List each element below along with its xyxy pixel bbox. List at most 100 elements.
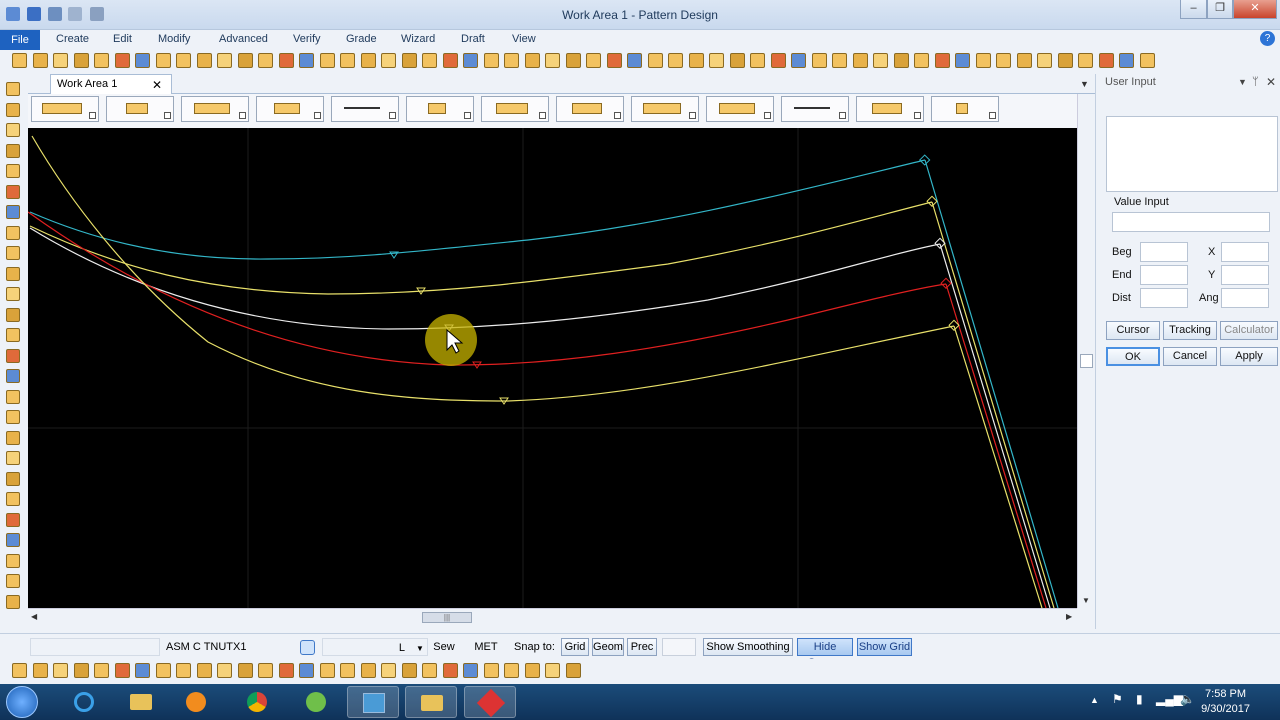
scroll-right-icon[interactable]: ▶ xyxy=(1066,612,1072,621)
toolbar-tool-icon[interactable] xyxy=(688,53,704,68)
toolbar-tool-icon[interactable] xyxy=(53,53,68,68)
side-tool-icon[interactable] xyxy=(6,184,20,199)
side-tool-icon[interactable] xyxy=(6,410,20,424)
taskbar-clock[interactable]: 7:58 PM 9/30/2017 xyxy=(1201,687,1250,717)
toolbar-tool-icon[interactable] xyxy=(975,53,991,68)
taskbar-pattern-design-icon[interactable] xyxy=(347,686,399,718)
toolbar-tool-icon[interactable] xyxy=(914,53,929,68)
toolbar-tool-icon[interactable] xyxy=(155,53,171,68)
side-tool-icon[interactable] xyxy=(6,492,20,506)
size-dropdown-icon[interactable]: ▼ xyxy=(416,644,424,653)
snap-grid-button[interactable]: Grid xyxy=(561,638,589,656)
line-yellow-1[interactable] xyxy=(931,201,1055,609)
piece-thumbnail[interactable] xyxy=(631,96,699,122)
corner-point[interactable] xyxy=(926,195,938,207)
tray-battery-icon[interactable]: ▮ xyxy=(1136,692,1143,706)
minimize-button[interactable]: – xyxy=(1180,0,1207,19)
toolbar-tool-icon[interactable] xyxy=(996,53,1011,68)
menu-edit[interactable]: Edit xyxy=(113,33,132,45)
tray-volume-icon[interactable]: 🔈 xyxy=(1180,692,1195,706)
toolbar-tool-icon[interactable] xyxy=(1098,53,1114,68)
toolbar-tool-icon[interactable] xyxy=(955,53,970,68)
toolbar-tool-icon[interactable] xyxy=(647,53,663,68)
side-tool-icon[interactable] xyxy=(6,553,20,568)
bottom-tool-icon[interactable] xyxy=(155,663,171,678)
bottom-tool-icon[interactable] xyxy=(94,663,109,678)
y-field[interactable] xyxy=(1221,265,1269,285)
toolbar-tool-icon[interactable] xyxy=(340,53,355,68)
side-tool-icon[interactable] xyxy=(6,328,20,342)
side-tool-icon[interactable] xyxy=(6,512,20,527)
ang-field[interactable] xyxy=(1221,288,1269,308)
calculator-button[interactable]: Calculator xyxy=(1220,321,1278,340)
close-button[interactable]: ✕ xyxy=(1233,0,1277,19)
menu-grade[interactable]: Grade xyxy=(346,33,377,45)
bottom-tool-icon[interactable] xyxy=(32,663,48,678)
bottom-tool-icon[interactable] xyxy=(463,663,478,678)
side-tool-icon[interactable] xyxy=(6,205,20,219)
toolbar-tool-icon[interactable] xyxy=(217,53,232,68)
piece-menu-icon[interactable] xyxy=(539,112,546,119)
tracking-button[interactable]: Tracking xyxy=(1163,321,1217,340)
toolbar-tool-icon[interactable] xyxy=(586,53,601,68)
bottom-tool-icon[interactable] xyxy=(114,663,130,678)
snap-prec-button[interactable]: Prec xyxy=(627,638,657,656)
toolbar-tool-icon[interactable] xyxy=(73,53,89,68)
menu-create[interactable]: Create xyxy=(56,33,89,45)
help-icon[interactable]: ? xyxy=(1260,31,1275,46)
bottom-tool-icon[interactable] xyxy=(196,663,212,678)
piece-menu-icon[interactable] xyxy=(614,112,621,119)
piece-thumbnail[interactable] xyxy=(31,96,99,122)
x-field[interactable] xyxy=(1221,242,1269,262)
prec-value-field[interactable] xyxy=(662,638,696,656)
bottom-tool-icon[interactable] xyxy=(524,663,540,678)
toolbar-tool-icon[interactable] xyxy=(94,53,109,68)
bottom-tool-icon[interactable] xyxy=(565,663,581,678)
menu-advanced[interactable]: Advanced xyxy=(219,33,268,45)
toolbar-tool-icon[interactable] xyxy=(832,53,847,68)
cursor-button[interactable]: Cursor xyxy=(1106,321,1160,340)
work-area-canvas[interactable] xyxy=(27,128,1077,609)
menu-view[interactable]: View xyxy=(512,33,536,45)
bottom-tool-icon[interactable] xyxy=(483,663,499,678)
snap-geom-button[interactable]: Geom xyxy=(592,638,624,656)
menu-draft[interactable]: Draft xyxy=(461,33,485,45)
toolbar-tool-icon[interactable] xyxy=(442,53,458,68)
bottom-tool-icon[interactable] xyxy=(12,663,27,678)
bottom-tool-icon[interactable] xyxy=(237,663,253,678)
curve-red[interactable] xyxy=(27,211,947,366)
toolbar-tool-icon[interactable] xyxy=(524,53,540,68)
units-button[interactable]: MET xyxy=(472,638,500,656)
piece-thumbnail[interactable] xyxy=(556,96,624,122)
side-tool-icon[interactable] xyxy=(6,225,20,240)
side-tool-icon[interactable] xyxy=(6,594,20,609)
side-tool-icon[interactable] xyxy=(6,143,20,158)
bottom-tool-icon[interactable] xyxy=(278,663,294,678)
toolbar-tool-icon[interactable] xyxy=(770,53,786,68)
menu-file[interactable]: File xyxy=(0,30,40,50)
toolbar-tool-icon[interactable] xyxy=(504,53,519,68)
end-field[interactable] xyxy=(1140,265,1188,285)
scroll-down-icon[interactable]: ▼ xyxy=(1082,596,1090,605)
toolbar-tool-icon[interactable] xyxy=(278,53,294,68)
line-cyan[interactable] xyxy=(924,159,1059,609)
bottom-tool-icon[interactable] xyxy=(504,663,519,678)
piece-menu-icon[interactable] xyxy=(389,112,396,119)
bottom-tool-icon[interactable] xyxy=(442,663,458,678)
beg-field[interactable] xyxy=(1140,242,1188,262)
bottom-tool-icon[interactable] xyxy=(73,663,89,678)
toolbar-tool-icon[interactable] xyxy=(258,53,273,68)
piece-thumbnail[interactable] xyxy=(781,96,849,122)
bottom-tool-icon[interactable] xyxy=(135,663,150,678)
toolbar-tool-icon[interactable] xyxy=(1078,53,1093,68)
piece-menu-icon[interactable] xyxy=(764,112,771,119)
toolbar-tool-icon[interactable] xyxy=(1139,53,1155,68)
toolbar-tool-icon[interactable] xyxy=(12,53,27,68)
bottom-tool-icon[interactable] xyxy=(545,663,560,678)
menu-verify[interactable]: Verify xyxy=(293,33,321,45)
curve-white[interactable] xyxy=(29,227,941,330)
side-tool-icon[interactable] xyxy=(6,574,20,588)
toolbar-tool-icon[interactable] xyxy=(237,53,253,68)
side-tool-icon[interactable] xyxy=(6,451,20,465)
piece-thumbnail[interactable] xyxy=(256,96,324,122)
